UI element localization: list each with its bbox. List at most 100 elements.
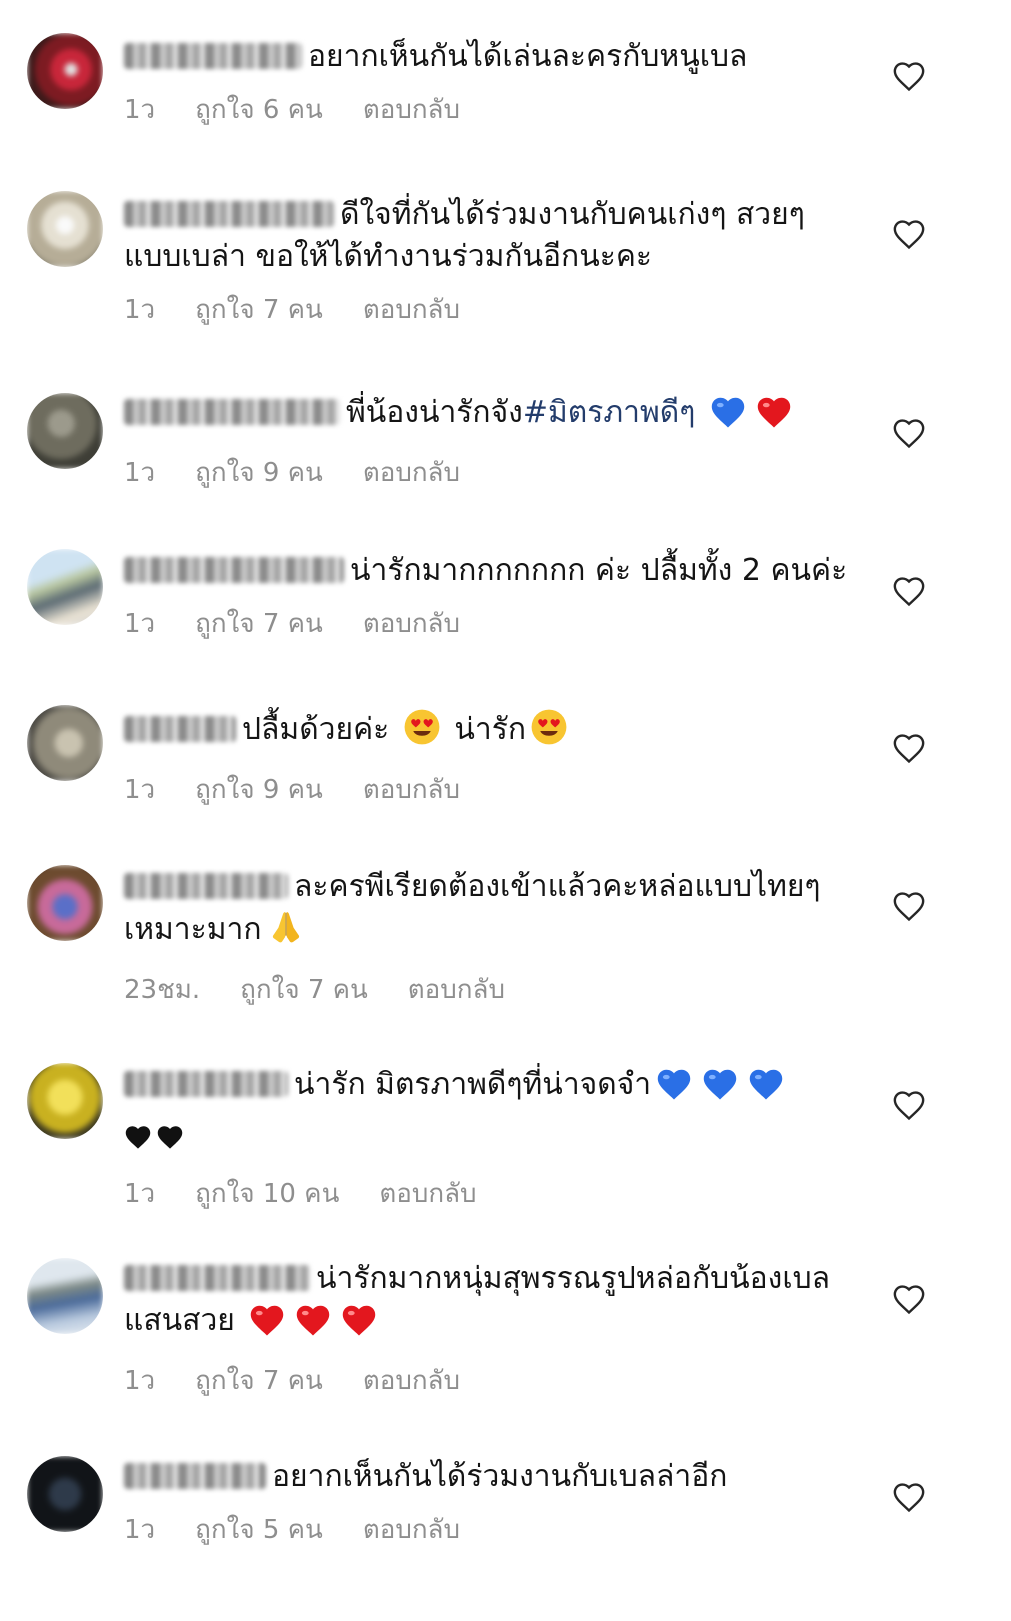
avatar[interactable] xyxy=(27,705,103,781)
comment-meta: 1ว ถูกใจ 10 คน ตอบกลับ xyxy=(124,1176,884,1212)
avatar[interactable] xyxy=(27,1258,103,1334)
like-heart-icon[interactable] xyxy=(892,60,926,92)
comment-text: พี่น้องน่ารักจัง xyxy=(346,395,523,430)
likes-count[interactable]: ถูกใจ 6 คน xyxy=(195,95,323,125)
reply-button[interactable]: ตอบกลับ xyxy=(363,609,460,639)
comment-text-line: น่ารักมากกกกกกก ค่ะ ปลื้มทั้ง 2 คนค่ะ xyxy=(124,550,884,592)
reply-button[interactable]: ตอบกลับ xyxy=(363,95,460,125)
red-heart-emoji xyxy=(294,1303,332,1349)
like-heart-icon[interactable] xyxy=(892,890,926,922)
reply-button[interactable]: ตอบกลับ xyxy=(363,1515,460,1545)
heart-eyes-emoji xyxy=(530,708,568,758)
comment-body: อยากเห็นกันได้ร่วมงานกับเบลล่าอีก 1ว ถูกใ… xyxy=(124,1456,884,1548)
like-heart-icon[interactable] xyxy=(892,218,926,250)
blue-heart-emoji xyxy=(709,395,747,441)
comment-text-line: เหมาะมาก xyxy=(124,908,884,958)
comment-text: น่ารัก xyxy=(454,712,527,747)
comment-time: 1ว xyxy=(124,775,156,805)
comment-text: ปลื้มด้วยค่ะ xyxy=(242,712,390,747)
comment-body: น่ารักมากหนุ่มสุพรรณรูปหล่อกับน้องเบล แส… xyxy=(124,1258,884,1399)
red-heart-emoji xyxy=(755,395,793,441)
avatar[interactable] xyxy=(27,549,103,625)
comment-text-line: น่ารัก มิตรภาพดีๆที่น่าจดจำ xyxy=(124,1064,884,1113)
username-blurred[interactable] xyxy=(124,1071,288,1097)
comment-body: ละครพีเรียดต้องเข้าแล้วคะหล่อแบบไทยๆ เหม… xyxy=(124,866,884,1008)
like-heart-icon[interactable] xyxy=(892,417,926,449)
comment-text-line: น่ารักมากหนุ่มสุพรรณรูปหล่อกับน้องเบล xyxy=(124,1258,884,1300)
avatar[interactable] xyxy=(27,191,103,267)
like-heart-icon[interactable] xyxy=(892,732,926,764)
reply-button[interactable]: ตอบกลับ xyxy=(363,458,460,488)
comment-body: ปลื้มด้วยค่ะ น่ารัก 1ว ถูกใจ 9 คน ตอบกลับ xyxy=(124,708,884,808)
likes-count[interactable]: ถูกใจ 7 คน xyxy=(240,975,368,1005)
comment-time: 1ว xyxy=(124,609,156,639)
comment-time: 1ว xyxy=(124,295,156,325)
username-blurred[interactable] xyxy=(124,1265,310,1291)
blue-heart-emoji xyxy=(747,1067,785,1113)
like-heart-icon[interactable] xyxy=(892,1283,926,1315)
comment-text: น่ารักมากกกกกกก ค่ะ ปลื้มทั้ง 2 คนค่ะ xyxy=(350,553,848,588)
comment-body: พี่น้องน่ารักจัง#มิตรภาพดีๆ 1ว ถูกใจ 9 คน… xyxy=(124,392,884,491)
comment-meta: 23ชม. ถูกใจ 7 คน ตอบกลับ xyxy=(124,972,884,1008)
comment-text: น่ารักมากหนุ่มสุพรรณรูปหล่อกับน้องเบล xyxy=(316,1261,831,1296)
comment-text-line: ดีใจที่กันได้ร่วมงานกับคนเก่งๆ สวยๆ xyxy=(124,194,884,236)
comment-meta: 1ว ถูกใจ 9 คน ตอบกลับ xyxy=(124,772,884,808)
folded-hands-emoji xyxy=(266,908,306,958)
comment-list: อยากเห็นกันได้เล่นละครกับหนูเบล 1วถูกใจ … xyxy=(0,0,1011,1621)
likes-count[interactable]: ถูกใจ 7 คน xyxy=(195,609,323,639)
username-blurred[interactable] xyxy=(124,557,344,583)
comment-text-line: อยากเห็นกันได้เล่นละครกับหนูเบล xyxy=(124,36,884,78)
comment-text: ละครพีเรียดต้องเข้าแล้วคะหล่อแบบไทยๆ xyxy=(294,869,821,904)
comment-meta: 1ว ถูกใจ 6 คน ตอบกลับ xyxy=(124,92,884,128)
avatar[interactable] xyxy=(27,1456,103,1532)
comment-text-line: แบบเบล่า ขอให้ได้ทำงานร่วมกันอีกนะคะ xyxy=(124,236,884,278)
comment-time: 1ว xyxy=(124,1515,156,1545)
avatar[interactable] xyxy=(27,865,103,941)
reply-button[interactable]: ตอบกลับ xyxy=(379,1179,476,1209)
reply-button[interactable]: ตอบกลับ xyxy=(363,775,460,805)
username-blurred[interactable] xyxy=(124,399,340,425)
username-blurred[interactable] xyxy=(124,1463,266,1489)
likes-count[interactable]: ถูกใจ 5 คน xyxy=(195,1515,323,1545)
avatar[interactable] xyxy=(27,393,103,469)
likes-count[interactable]: ถูกใจ 9 คน xyxy=(195,458,323,488)
comment-meta: 1ว ถูกใจ 7 คน ตอบกลับ xyxy=(124,1363,884,1399)
avatar[interactable] xyxy=(27,1063,103,1139)
black-heart-emoji xyxy=(156,1120,184,1162)
comment-body: ดีใจที่กันได้ร่วมงานกับคนเก่งๆ สวยๆ แบบเ… xyxy=(124,194,884,328)
comment-time: 1ว xyxy=(124,1366,156,1396)
comment-meta: 1ว ถูกใจ 7 คน ตอบกลับ xyxy=(124,606,884,642)
comment-time: 23ชม. xyxy=(124,975,201,1005)
avatar[interactable] xyxy=(27,33,103,109)
username-blurred[interactable] xyxy=(124,716,236,742)
username-blurred[interactable] xyxy=(124,43,302,69)
comment-body: น่ารักมากกกกกกก ค่ะ ปลื้มทั้ง 2 คนค่ะ 1ว… xyxy=(124,550,884,642)
comment-text-line: แสนสวย xyxy=(124,1300,884,1349)
likes-count[interactable]: ถูกใจ 10 คน xyxy=(195,1179,339,1209)
red-heart-emoji xyxy=(340,1303,378,1349)
username-blurred[interactable] xyxy=(124,201,334,227)
comment-meta: 1ว ถูกใจ 7 คน ตอบกลับ xyxy=(124,292,884,328)
reply-button[interactable]: ตอบกลับ xyxy=(363,295,460,325)
hashtag-link[interactable]: #มิตรภาพดีๆ xyxy=(523,395,696,430)
comment-body: น่ารัก มิตรภาพดีๆที่น่าจดจำ 1ว ถูกใจ 10 ค… xyxy=(124,1064,884,1212)
likes-count[interactable]: ถูกใจ 7 คน xyxy=(195,1366,323,1396)
like-heart-icon[interactable] xyxy=(892,575,926,607)
comment-text: เหมาะมาก xyxy=(124,912,262,947)
likes-count[interactable]: ถูกใจ 7 คน xyxy=(195,295,323,325)
comment-text-line xyxy=(124,1113,884,1162)
comment-time: 1ว xyxy=(124,95,156,125)
black-heart-emoji xyxy=(124,1120,152,1162)
likes-count[interactable]: ถูกใจ 9 คน xyxy=(195,775,323,805)
like-heart-icon[interactable] xyxy=(892,1481,926,1513)
reply-button[interactable]: ตอบกลับ xyxy=(363,1366,460,1396)
reply-button[interactable]: ตอบกลับ xyxy=(408,975,505,1005)
comment-text: น่ารัก มิตรภาพดีๆที่น่าจดจำ xyxy=(294,1067,652,1102)
blue-heart-emoji xyxy=(701,1067,739,1113)
comment-time: 1ว xyxy=(124,1179,156,1209)
username-blurred[interactable] xyxy=(124,873,288,899)
like-heart-icon[interactable] xyxy=(892,1089,926,1121)
comment-text-line: พี่น้องน่ารักจัง#มิตรภาพดีๆ xyxy=(124,392,884,441)
comment-text: แสนสวย xyxy=(124,1303,235,1338)
comment-text-line: ละครพีเรียดต้องเข้าแล้วคะหล่อแบบไทยๆ xyxy=(124,866,884,908)
